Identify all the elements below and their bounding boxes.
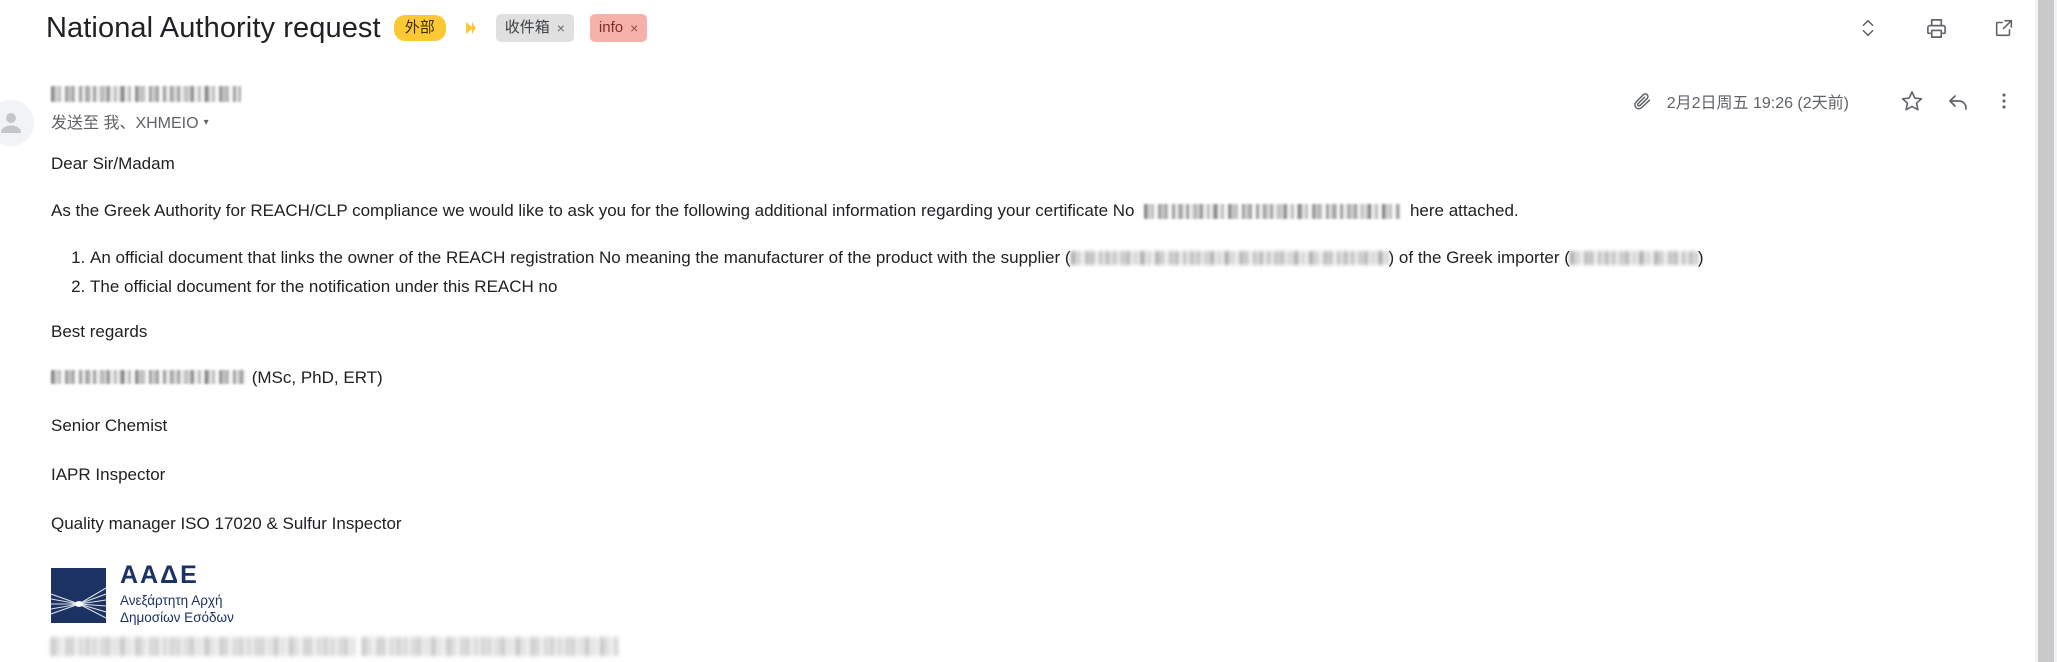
vertical-scrollbar[interactable] [2035, 0, 2057, 662]
label-chip-info-text: info [598, 19, 624, 36]
signature-title-3: Quality manager ISO 17020 & Sulfur Inspe… [51, 513, 402, 533]
star-outline-icon[interactable] [1899, 88, 1925, 114]
signature-title-2: IAPR Inspector [51, 464, 166, 484]
aade-subtitle-2: Δημοσίων Εσόδων [120, 610, 234, 626]
aade-logo-text: ΑΑΔΕ Ανεξάρτητη Αρχή Δημοσίων Εσόδων [120, 563, 234, 627]
list-item: The official document for the notificati… [90, 276, 2017, 299]
message-body: Dear Sir/Madam As the Greek Authority fo… [51, 153, 2017, 662]
importer-name-redacted [1569, 251, 1698, 266]
message-actions: 2月2日周五 19:26 (2天前) [1632, 88, 2017, 114]
greeting-paragraph: Dear Sir/Madam [51, 154, 175, 173]
header-actions [1855, 15, 2017, 41]
label-chip-inbox-text: 收件箱 [504, 19, 550, 36]
sender-name-redacted [51, 86, 241, 102]
scrollbar-thumb[interactable] [2038, 0, 2054, 662]
intro-text-before: As the Greek Authority for REACH/CLP com… [51, 200, 1135, 220]
close-icon[interactable]: × [557, 21, 565, 35]
footer-line-general-chemical-state-lab [361, 637, 618, 657]
aade-acronym: ΑΑΔΕ [120, 561, 199, 590]
caret-down-icon[interactable]: ▾ [204, 117, 209, 128]
aade-logo: ΑΑΔΕ Ανεξάρτητη Αρχή Δημοσίων Εσόδων [51, 563, 2017, 627]
label-chip-inbox[interactable]: 收件箱 × [495, 14, 574, 42]
chevron-right-icon [462, 19, 480, 37]
intro-paragraph: As the Greek Authority for REACH/CLP com… [51, 200, 2017, 223]
open-in-new-icon[interactable] [1991, 15, 2017, 41]
intro-text-after: here attached. [1409, 200, 1519, 220]
list-item-1-before: An official document that links the owne… [90, 247, 1071, 267]
label-chip-info[interactable]: info × [589, 14, 648, 42]
message-header: National Authority request 外部 收件箱 × info… [0, 0, 2057, 56]
requested-documents-list: An official document that links the owne… [51, 247, 2017, 299]
signature-title-1: Senior Chemist [51, 416, 168, 436]
signature-credentials: (MSc, PhD, ERT) [251, 367, 383, 387]
supplier-name-redacted [1070, 251, 1389, 266]
more-vertical-icon[interactable] [1991, 88, 2017, 114]
list-item-1-middle: ) of the Greek importer ( [1388, 247, 1570, 267]
certificate-number-redacted [1144, 203, 1401, 219]
email-message-view: National Authority request 外部 收件箱 × info… [0, 0, 2057, 662]
signature-name-line: (MSc, PhD, ERT) [51, 366, 2017, 391]
aade-subtitle-1: Ανεξάρτητη Αρχή [120, 593, 223, 609]
unfold-more-icon[interactable] [1855, 15, 1881, 41]
closing-paragraph: Best regards [51, 321, 148, 341]
organization-footer: CHEMICAL SERVICE OF CRETE [51, 636, 2017, 662]
avatar[interactable] [0, 100, 34, 146]
list-item-1-after: ) [1697, 247, 1704, 267]
signer-name-redacted [51, 369, 247, 384]
page-title: National Authority request [46, 11, 381, 44]
list-item-2-text: The official document for the notificati… [90, 276, 558, 296]
sender-block: 发送至 我、XHMEIO ▾ [51, 86, 241, 133]
signature-block: (MSc, PhD, ERT) Senior Chemist IAPR Insp… [51, 366, 2017, 537]
paperclip-icon [1632, 91, 1653, 112]
message-timestamp: 2月2日周五 19:26 (2天前) [1666, 95, 1849, 112]
aade-logo-mark-icon [51, 567, 106, 623]
recipients-line[interactable]: 发送至 我、XHMEIO ▾ [51, 109, 241, 133]
footer-line-independent-authority [51, 637, 357, 657]
recipients-label: 发送至 我、XHMEIO [51, 115, 199, 132]
list-item: An official document that links the owne… [90, 247, 2017, 270]
print-icon[interactable] [1923, 15, 1949, 41]
reply-arrow-icon[interactable] [1945, 88, 1971, 114]
external-badge: 外部 [393, 15, 446, 41]
close-icon[interactable]: × [630, 21, 638, 35]
